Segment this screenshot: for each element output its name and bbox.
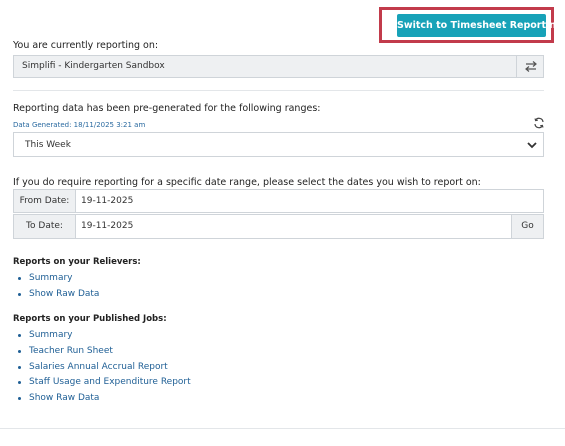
chevron-down-icon: [527, 142, 537, 149]
range-select[interactable]: This Week: [13, 132, 544, 157]
staff-usage-link[interactable]: Staff Usage and Expenditure Report: [18, 375, 191, 391]
from-date-label: From Date:: [13, 189, 76, 213]
switch-organisation-button[interactable]: [516, 55, 544, 78]
relievers-summary-link[interactable]: Summary: [18, 271, 99, 287]
switch-to-timesheet-button[interactable]: Switch to Timesheet Reporting: [397, 14, 563, 37]
salaries-accrual-link[interactable]: Salaries Annual Accrual Report: [18, 360, 191, 376]
range-select-value: This Week: [25, 140, 71, 150]
section-divider: [13, 90, 544, 91]
published-jobs-links: Summary Teacher Run Sheet Salaries Annua…: [18, 328, 191, 407]
to-date-input[interactable]: 19-11-2025: [75, 214, 512, 239]
from-date-input[interactable]: 19-11-2025: [75, 189, 544, 213]
pregenerated-label: Reporting data has been pre-generated fo…: [13, 103, 321, 114]
refresh-icon[interactable]: [533, 117, 545, 129]
highlight-box: Switch to Timesheet Reporting: [379, 7, 563, 43]
jobs-raw-data-link[interactable]: Show Raw Data: [18, 391, 191, 407]
custom-range-label: If you do require reporting for a specif…: [13, 177, 481, 188]
relievers-title: Reports on your Relievers:: [13, 257, 141, 267]
data-generated-text: Data Generated: 18/11/2025 3:21 am: [13, 121, 146, 129]
bottom-divider: [0, 428, 565, 429]
swap-arrows-icon: [525, 61, 537, 72]
relievers-raw-data-link[interactable]: Show Raw Data: [18, 287, 99, 303]
jobs-summary-link[interactable]: Summary: [18, 328, 191, 344]
go-button[interactable]: Go: [511, 214, 544, 239]
teacher-run-sheet-link[interactable]: Teacher Run Sheet: [18, 344, 191, 360]
published-jobs-title: Reports on your Published Jobs:: [13, 314, 167, 324]
reporting-on-label: You are currently reporting on:: [13, 40, 159, 51]
current-organisation-field: Simplifi - Kindergarten Sandbox: [13, 55, 517, 78]
to-date-label: To Date:: [13, 214, 76, 239]
reporting-page: Switch to Timesheet Reporting You are cu…: [0, 0, 565, 446]
relievers-links: Summary Show Raw Data: [18, 271, 99, 303]
